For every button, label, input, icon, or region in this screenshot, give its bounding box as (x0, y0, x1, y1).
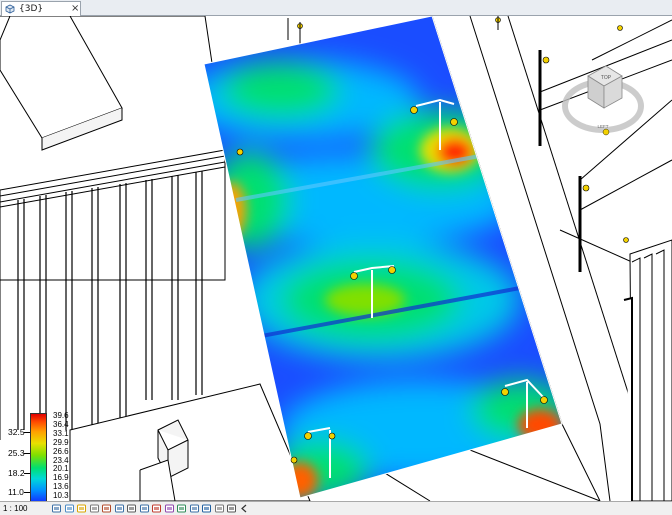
view-tab-3d[interactable]: {3D} × (1, 1, 81, 16)
legend-scale-label: 23.4 (53, 455, 69, 465)
view-scale[interactable]: 1 : 100 (3, 502, 27, 515)
viewcube-face-label: TOP (601, 75, 612, 81)
legend-scale-label: 26.6 (53, 446, 69, 456)
legend-colorbar (30, 413, 47, 501)
unlock-3d-icon[interactable] (139, 504, 149, 513)
render-icon[interactable] (102, 504, 111, 513)
sun-path-icon[interactable] (77, 504, 86, 513)
visual-style-icon[interactable] (64, 504, 74, 513)
legend-scale-label: 39.6 (53, 411, 69, 420)
legend-scale-label: 13.6 (53, 482, 69, 492)
building-bottom (69, 383, 311, 501)
legend-scale-label: 20.1 (53, 464, 69, 474)
view-tab-bar: {3D} × (0, 0, 672, 16)
legend-side-value: 25.3 (8, 448, 25, 458)
legend-scale-label: 33.1 (53, 428, 69, 438)
temporary-hide-icon[interactable] (152, 504, 161, 513)
temporary-view-icon[interactable] (214, 504, 224, 513)
3d-view-icon (5, 4, 15, 14)
detail-level-icon[interactable] (52, 504, 61, 513)
scroll-left-icon[interactable] (240, 504, 249, 513)
analysis-display-icon[interactable] (202, 504, 211, 513)
analysis-legend: 39.6 36.4 33.1 29.9 26.6 23.4 20.1 16.9 13.6 10.3… (4, 412, 70, 501)
building-right (623, 239, 672, 501)
viewcube[interactable]: TOP LEFT (562, 56, 644, 138)
crop-view-icon[interactable] (114, 504, 124, 513)
legend-side-value: 32.5 (8, 427, 25, 437)
legend-side-value: 11.0 (8, 487, 24, 497)
reveal-hidden-icon[interactable] (164, 504, 174, 513)
tab-close-button[interactable]: × (71, 2, 79, 16)
legend-scale-label: 36.4 (53, 419, 69, 429)
legend-scale-label: 16.9 (53, 473, 69, 483)
tab-title: {3D} (19, 4, 44, 14)
viewcube-compass-label: LEFT (597, 124, 608, 129)
shadows-icon[interactable] (89, 504, 99, 513)
legend-scale-label: 29.9 (53, 437, 69, 447)
legend-side-value: 18.2 (8, 468, 25, 478)
worksharing-icon[interactable] (177, 504, 186, 513)
legend-scale-label: 10.3 (53, 491, 69, 501)
building-left (0, 16, 226, 440)
highlight-displacement-icon[interactable] (189, 504, 199, 513)
reveal-constraints-icon[interactable] (227, 504, 236, 513)
view-control-bar: 1 : 100 (0, 501, 672, 515)
3d-viewport[interactable]: TOP LEFT 39.6 36.4 33.1 29.9 26.6 23.4 20.1 16.… (0, 16, 672, 501)
show-crop-icon[interactable] (127, 504, 136, 513)
